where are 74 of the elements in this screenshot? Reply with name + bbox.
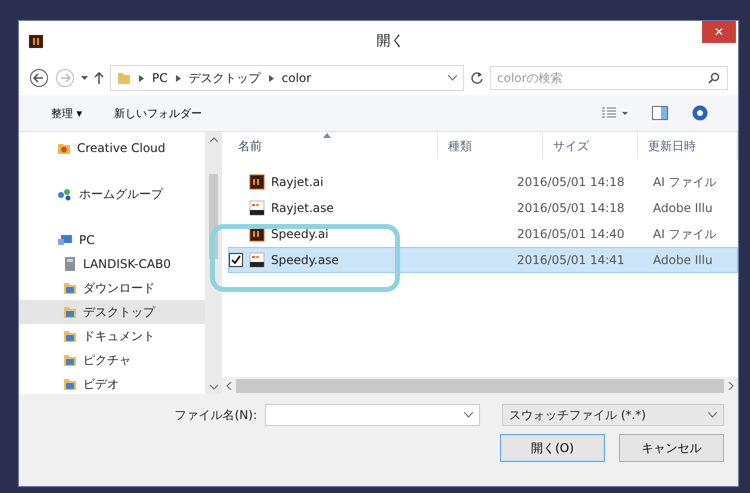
preview-pane-icon[interactable] (652, 106, 668, 120)
file-type: Adobe Illu (653, 253, 713, 267)
dialog-button[interactable]: 開く(O) (500, 434, 605, 462)
column-header[interactable]: サイズ (543, 132, 638, 160)
file-type: Adobe Illu (653, 201, 713, 215)
file-row[interactable]: Speedy.ai 2016/05/01 14:40 AI ファイル (228, 221, 738, 247)
folder-icon (63, 305, 77, 319)
chevron-down-icon[interactable] (448, 75, 457, 81)
view-options-icon[interactable] (602, 107, 628, 119)
window-title: 開く (376, 32, 406, 50)
illustrator-app-icon (29, 34, 43, 48)
file-date: 2016/05/01 14:41 (517, 253, 626, 267)
scrollbar-thumb[interactable] (236, 378, 724, 392)
file-type: AI ファイル (653, 174, 717, 190)
search-field[interactable]: colorの検索 (490, 66, 728, 90)
scroll-right-icon[interactable] (728, 382, 734, 390)
file-row[interactable]: Rayjet.ai 2016/05/01 14:18 AI ファイル (228, 169, 738, 195)
swatch-file-icon (249, 200, 265, 216)
back-icon[interactable] (29, 68, 49, 88)
sidebar-item[interactable]: PC (19, 228, 206, 252)
dialog-button[interactable]: キャンセル (619, 434, 724, 462)
homegroup-icon (57, 187, 73, 201)
address-bar[interactable]: PC デスクトップ color (110, 65, 464, 91)
column-header[interactable]: 種類 (438, 132, 543, 160)
sort-arrow-icon (323, 133, 331, 138)
filename-field[interactable] (265, 404, 480, 426)
chevron-down-icon[interactable] (464, 412, 473, 418)
chevron-down-icon[interactable] (708, 412, 717, 418)
drive-icon (63, 256, 77, 272)
up-arrow-icon[interactable] (94, 72, 104, 84)
cloud-folder-icon (57, 141, 71, 155)
sidebar-item[interactable]: ビデオ (19, 372, 206, 394)
sidebar-item[interactable]: ドキュメント (19, 324, 206, 348)
refresh-icon[interactable] (470, 71, 484, 85)
file-name: Rayjet.ai (271, 175, 324, 189)
breadcrumb[interactable]: デスクトップ (188, 70, 261, 86)
file-row[interactable]: Speedy.ase 2016/05/01 14:41 Adobe Illu (228, 247, 738, 273)
file-date: 2016/05/01 14:40 (517, 227, 626, 241)
column-header[interactable]: 更新日時 (638, 132, 738, 160)
sidebar-item[interactable]: ピクチャ (19, 348, 206, 372)
folder-icon (63, 281, 77, 295)
search-icon[interactable] (708, 72, 720, 84)
folder-icon (63, 329, 77, 343)
scroll-left-icon[interactable] (226, 382, 232, 390)
file-type-dropdown[interactable]: スウォッチファイル (*.*) (502, 404, 724, 426)
swatch-file-icon (249, 252, 265, 268)
file-row[interactable]: Rayjet.ase 2016/05/01 14:18 Adobe Illu (228, 195, 738, 221)
folder-icon (63, 353, 77, 367)
file-name: Rayjet.ase (271, 201, 335, 215)
file-date: 2016/05/01 14:18 (517, 175, 626, 189)
file-name: Speedy.ai (271, 227, 330, 241)
field-label: ファイル名(N): (174, 406, 257, 424)
folder-icon (63, 377, 77, 391)
checkbox[interactable] (229, 253, 243, 267)
scroll-down-icon[interactable] (210, 382, 218, 392)
illustrator-file-icon (249, 174, 265, 190)
file-name: Speedy.ase (271, 253, 340, 267)
sidebar-item[interactable]: Creative Cloud (19, 136, 206, 160)
help-icon[interactable] (692, 105, 708, 121)
dropdown-icon[interactable] (81, 76, 88, 80)
folder-icon (117, 71, 131, 85)
close-button[interactable]: ✕ (702, 21, 736, 43)
file-date: 2016/05/01 14:18 (517, 201, 626, 215)
sidebar-item[interactable]: ダウンロード (19, 276, 206, 300)
sidebar-item[interactable]: デスクトップ (19, 300, 206, 324)
organize-menu[interactable]: 整理 ▾ (49, 104, 84, 122)
sidebar-item[interactable]: ホームグループ (19, 182, 206, 206)
computer-icon (57, 233, 73, 247)
breadcrumb[interactable]: color (282, 71, 312, 85)
breadcrumb[interactable]: PC (152, 71, 168, 85)
sidebar-item[interactable]: LANDISK-CAB0 (19, 252, 206, 276)
column-header[interactable]: 名前 (228, 132, 438, 160)
file-type: AI ファイル (653, 226, 717, 242)
new-folder-button[interactable]: 新しいフォルダー (112, 104, 204, 122)
